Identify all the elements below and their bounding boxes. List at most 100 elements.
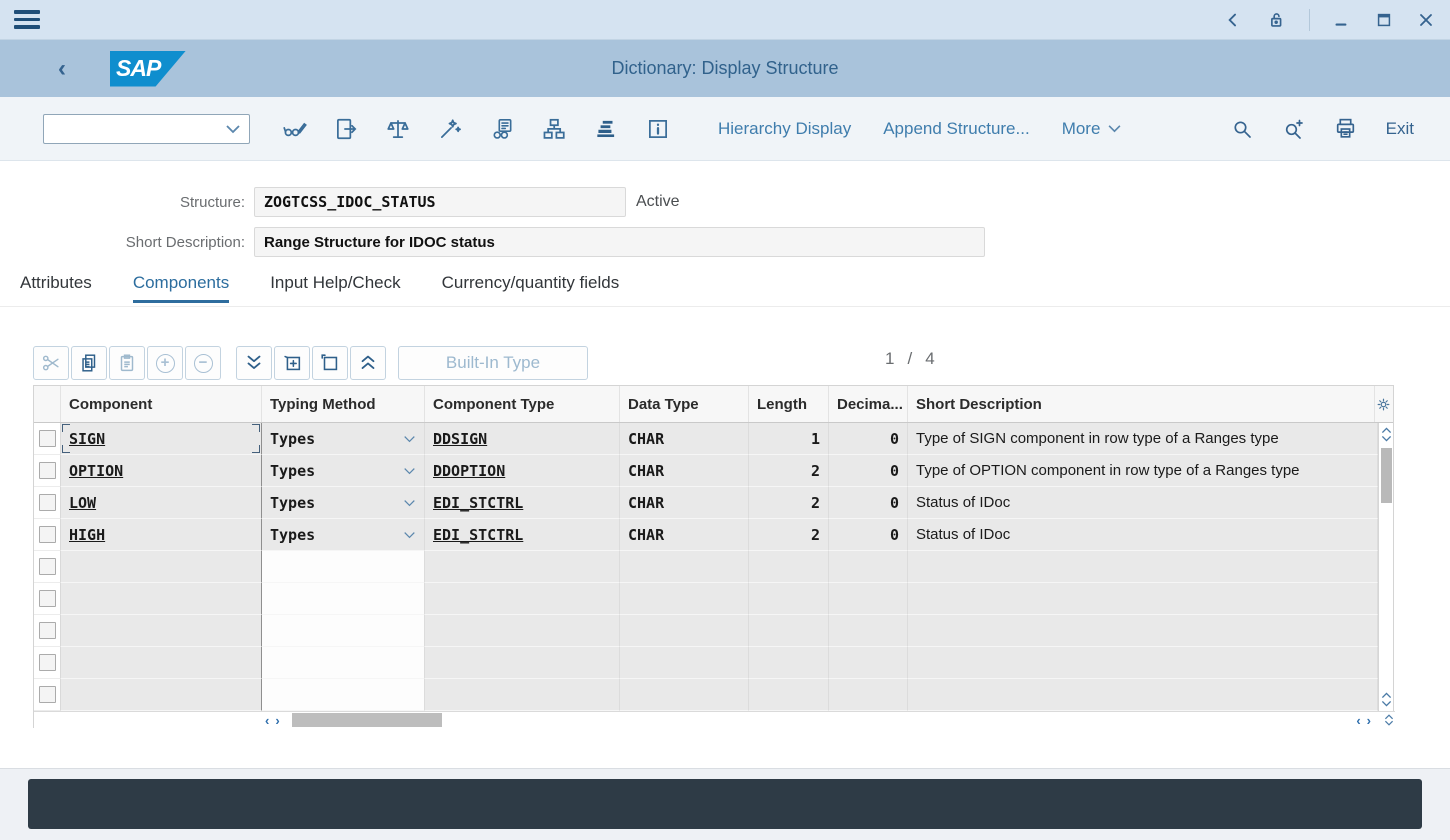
exit-button[interactable]: Exit: [1372, 111, 1428, 147]
header-short-description[interactable]: Short Description: [908, 386, 1375, 422]
row-position-total: 4: [925, 349, 935, 369]
menu-icon[interactable]: [14, 8, 44, 32]
append-structure-button[interactable]: Append Structure...: [871, 111, 1041, 147]
append-structure-label: Append Structure...: [883, 119, 1029, 139]
scroll-up-icon[interactable]: [1381, 692, 1392, 699]
row-checkbox[interactable]: [39, 526, 56, 543]
row-checkbox[interactable]: [39, 462, 56, 479]
copy-icon[interactable]: [71, 346, 107, 380]
horizontal-scroll-thumb[interactable]: [292, 713, 442, 727]
typing-method-value: Types: [270, 526, 315, 544]
tab-currency-quantity-fields[interactable]: Currency/quantity fields: [442, 269, 620, 303]
paste-icon[interactable]: [109, 346, 145, 380]
where-used-icon[interactable]: [476, 109, 528, 149]
titlebar-divider: [1309, 9, 1310, 31]
scroll-up-icon[interactable]: [1381, 427, 1392, 434]
page-title: Dictionary: Display Structure: [0, 58, 1450, 79]
table-row: SIGN Types DDSIGN CHAR 1 0 Type of SIGN …: [34, 423, 1378, 455]
info-icon[interactable]: [632, 109, 684, 149]
add-icon[interactable]: +: [147, 346, 183, 380]
tab-input-help-check[interactable]: Input Help/Check: [270, 269, 400, 303]
hierarchy-display-label: Hierarchy Display: [718, 119, 851, 139]
row-checkbox[interactable]: [39, 654, 56, 671]
collapse-all-icon[interactable]: [350, 346, 386, 380]
component-link[interactable]: SIGN: [69, 430, 105, 448]
print-icon[interactable]: [1320, 109, 1372, 149]
status-bar: [28, 779, 1422, 829]
row-checkbox[interactable]: [39, 686, 56, 703]
scroll-down-icon[interactable]: [1381, 700, 1392, 707]
search-icon[interactable]: [1216, 109, 1268, 149]
horizontal-scrollbar[interactable]: ‹ › ‹ ›: [34, 711, 1395, 728]
remove-icon[interactable]: −: [185, 346, 221, 380]
scroll-down-icon[interactable]: [1381, 435, 1392, 442]
lock-open-icon[interactable]: [1265, 9, 1287, 31]
vertical-scroll-thumb[interactable]: [1381, 448, 1392, 503]
row-checkbox[interactable]: [39, 622, 56, 639]
tab-attributes[interactable]: Attributes: [20, 269, 92, 303]
short-description-cell: Status of IDoc: [916, 526, 1010, 543]
scroll-left-icon[interactable]: ‹: [1356, 713, 1360, 728]
typing-method-dropdown[interactable]: Types: [262, 423, 425, 455]
scroll-left-icon[interactable]: ‹: [265, 713, 269, 728]
component-type-link[interactable]: EDI_STCTRL: [433, 494, 523, 512]
close-icon[interactable]: [1416, 10, 1436, 30]
hierarchy-icon[interactable]: [528, 109, 580, 149]
row-checkbox[interactable]: [39, 494, 56, 511]
header-data-type[interactable]: Data Type: [620, 386, 749, 422]
delete-row-icon[interactable]: [312, 346, 348, 380]
header-decimals[interactable]: Decima...: [829, 386, 908, 422]
copy-object-icon[interactable]: [320, 109, 372, 149]
row-checkbox[interactable]: [39, 558, 56, 575]
search-plus-icon[interactable]: [1268, 109, 1320, 149]
scroll-right-icon[interactable]: ›: [275, 713, 279, 728]
header-length[interactable]: Length: [749, 386, 829, 422]
cut-icon[interactable]: [33, 346, 69, 380]
component-link[interactable]: HIGH: [69, 526, 105, 544]
typing-method-dropdown[interactable]: Types: [262, 455, 425, 487]
scroll-down-icon[interactable]: [1384, 720, 1394, 726]
activate-icon[interactable]: [424, 109, 476, 149]
chevron-down-icon: [225, 124, 241, 134]
data-type-cell: CHAR: [628, 494, 664, 512]
tab-components[interactable]: Components: [133, 269, 229, 303]
short-description-cell: Type of OPTION component in row type of …: [916, 462, 1300, 479]
header-component[interactable]: Component: [61, 386, 262, 422]
short-description-value: Range Structure for IDOC status: [264, 234, 495, 251]
built-in-type-button[interactable]: Built-In Type: [398, 346, 588, 380]
scroll-right-icon[interactable]: ›: [1367, 713, 1371, 728]
component-link[interactable]: OPTION: [69, 462, 123, 480]
structure-label: Structure:: [99, 194, 245, 211]
component-type-link[interactable]: EDI_STCTRL: [433, 526, 523, 544]
vertical-scrollbar[interactable]: [1378, 423, 1393, 711]
structure-field[interactable]: ZOGTCSS_IDOC_STATUS: [254, 187, 626, 217]
component-type-link[interactable]: DDSIGN: [433, 430, 487, 448]
component-type-link[interactable]: DDOPTION: [433, 462, 505, 480]
typing-method-value: Types: [270, 430, 315, 448]
component-link[interactable]: LOW: [69, 494, 96, 512]
hierarchy-display-button[interactable]: Hierarchy Display: [706, 111, 863, 147]
structure-value: ZOGTCSS_IDOC_STATUS: [264, 193, 436, 211]
row-checkbox[interactable]: [39, 590, 56, 607]
display-change-icon[interactable]: [268, 109, 320, 149]
expand-all-icon[interactable]: [236, 346, 272, 380]
exit-label: Exit: [1386, 119, 1414, 138]
typing-method-dropdown[interactable]: Types: [262, 487, 425, 519]
gear-icon[interactable]: [1375, 386, 1392, 422]
length-cell: 2: [811, 526, 820, 544]
insert-row-icon[interactable]: [274, 346, 310, 380]
db-utility-icon[interactable]: [580, 109, 632, 149]
header-component-type[interactable]: Component Type: [425, 386, 620, 422]
more-button[interactable]: More: [1050, 111, 1135, 147]
command-field[interactable]: [43, 114, 250, 144]
check-icon[interactable]: [372, 109, 424, 149]
decimals-cell: 0: [890, 430, 899, 448]
maximize-icon[interactable]: [1374, 10, 1394, 30]
row-checkbox[interactable]: [39, 430, 56, 447]
session-back-icon[interactable]: [1223, 10, 1243, 30]
minimize-icon[interactable]: [1332, 10, 1352, 30]
header-typing-method[interactable]: Typing Method: [262, 386, 425, 422]
typing-method-dropdown[interactable]: Types: [262, 519, 425, 551]
short-description-field[interactable]: Range Structure for IDOC status: [254, 227, 985, 257]
short-description-cell: Type of SIGN component in row type of a …: [916, 430, 1279, 447]
